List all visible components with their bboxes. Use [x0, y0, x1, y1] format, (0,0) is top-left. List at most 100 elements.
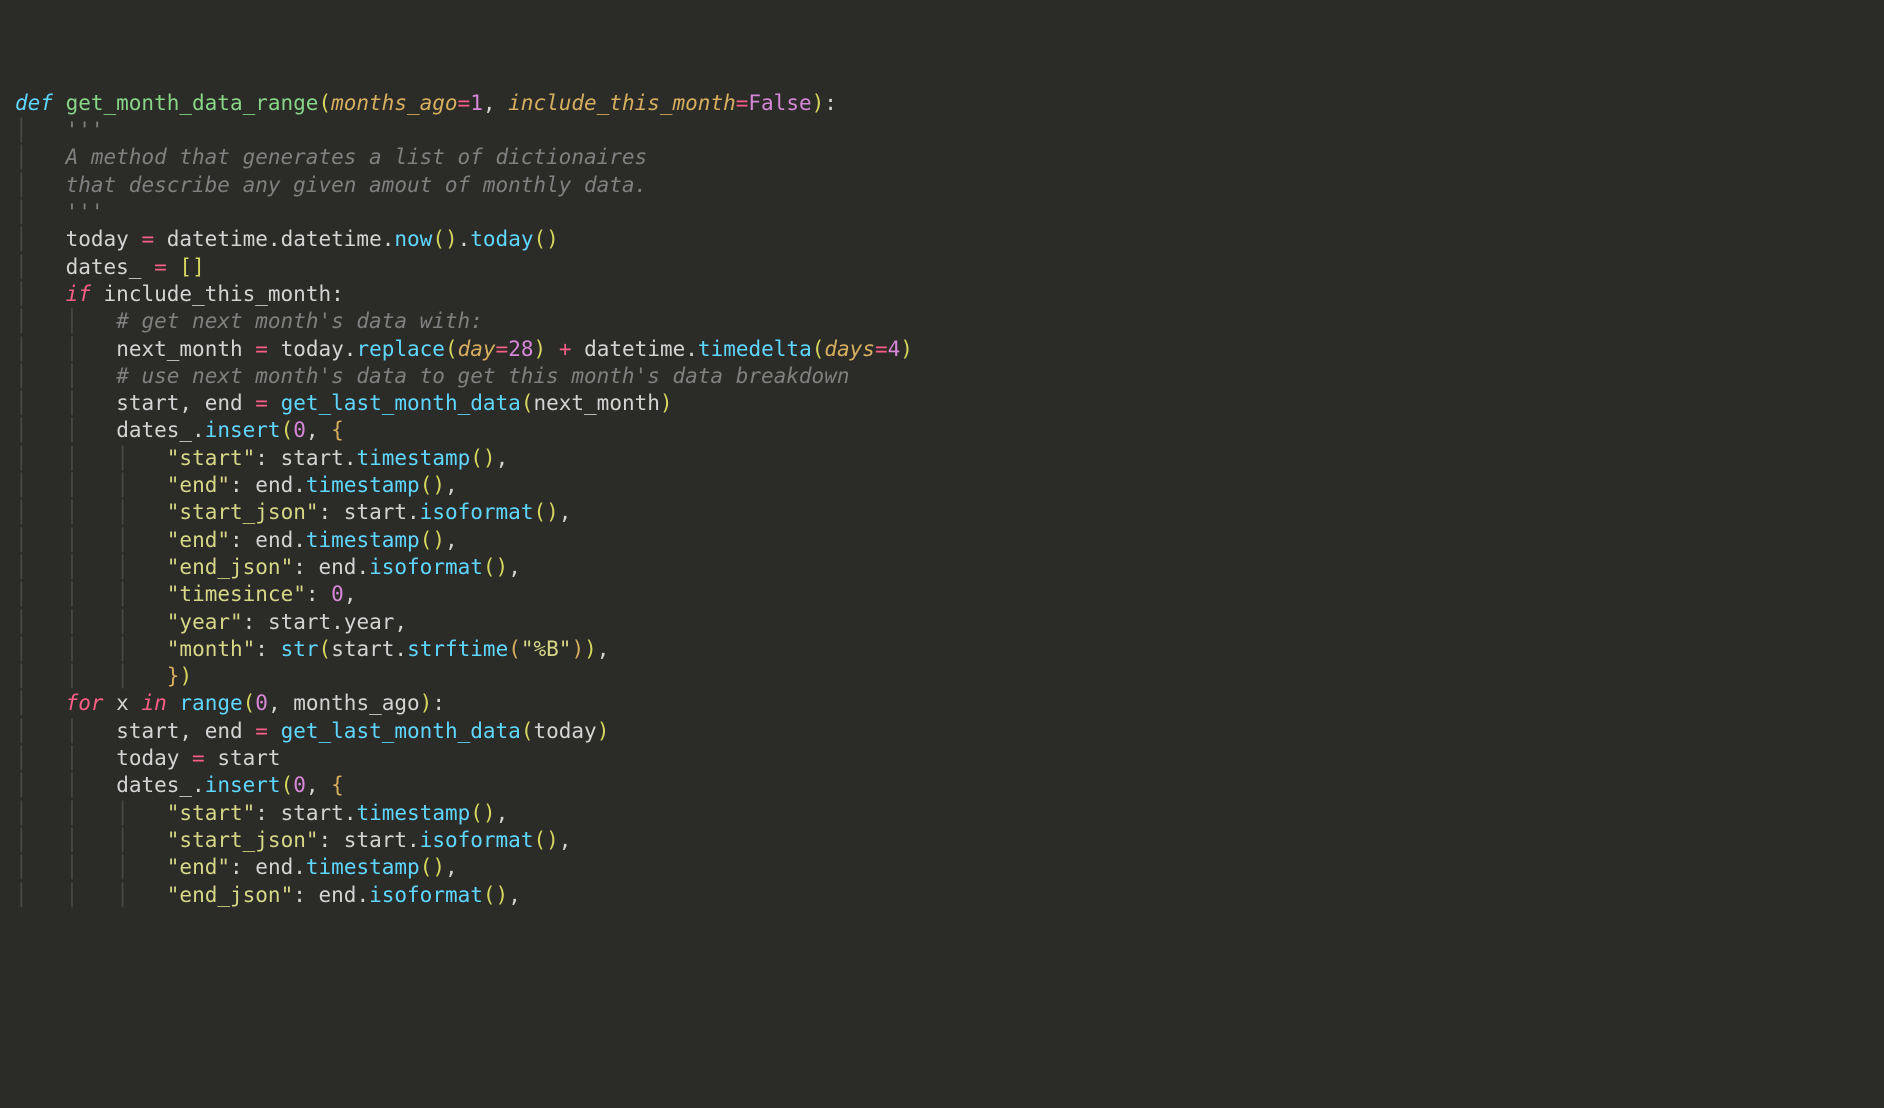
token-yellow: )	[584, 637, 597, 661]
token-call: timestamp	[356, 801, 470, 825]
token-punct: ,	[179, 391, 204, 415]
code-line[interactable]: │ '''	[15, 117, 1869, 144]
code-line[interactable]: │ │ │ "timesince": 0,	[15, 581, 1869, 608]
token-punct: ,	[496, 446, 509, 470]
token-ident: end	[319, 555, 357, 579]
token-call: range	[179, 691, 242, 715]
token-comment: # use next month's data to get this mont…	[116, 364, 849, 388]
token-punct: ,	[268, 691, 293, 715]
code-line[interactable]: │ │ today = start	[15, 745, 1869, 772]
token-ident: start	[116, 391, 179, 415]
code-line[interactable]: │ for x in range(0, months_ago):	[15, 690, 1869, 717]
code-line[interactable]: │ │ next_month = today.replace(day=28) +…	[15, 336, 1869, 363]
code-line[interactable]: │ │ │ "end": end.timestamp(),	[15, 527, 1869, 554]
token-gold: }	[167, 664, 180, 688]
token-ident: end	[319, 883, 357, 907]
token-yellow: (	[318, 91, 331, 115]
token-punct: ,	[483, 91, 508, 115]
code-line[interactable]: │ │ │ "start_json": start.isoformat(),	[15, 499, 1869, 526]
token-yellow: ()	[432, 227, 457, 251]
code-line[interactable]: │ │ dates_.insert(0, {	[15, 417, 1869, 444]
token-comment: A method that generates a list of dictio…	[66, 145, 648, 169]
token-yellow: )	[179, 664, 192, 688]
code-line[interactable]: │ │ │ "end": end.timestamp(),	[15, 854, 1869, 881]
token-ident: next_month	[116, 337, 255, 361]
code-line[interactable]: │ that describe any given amout of month…	[15, 172, 1869, 199]
code-line[interactable]: │ │ │ })	[15, 663, 1869, 690]
token-str: "start"	[167, 446, 256, 470]
code-line[interactable]: │ │ start, end = get_last_month_data(nex…	[15, 390, 1869, 417]
token-ident: start	[331, 637, 394, 661]
token-ident: start	[268, 610, 331, 634]
token-param: months_ago	[331, 91, 457, 115]
token-punct: ,	[559, 828, 572, 852]
token-ident: today	[533, 719, 596, 743]
token-comment: '''	[66, 118, 104, 142]
code-line[interactable]: │ │ │ "start": start.timestamp(),	[15, 800, 1869, 827]
token-yellow: ()	[420, 528, 445, 552]
code-editor[interactable]: def get_month_data_range(months_ago=1, i…	[15, 90, 1869, 909]
code-line[interactable]: │ dates_ = []	[15, 254, 1869, 281]
token-ident: end	[255, 528, 293, 552]
token-yellow: (	[812, 337, 825, 361]
token-punct: .	[356, 883, 369, 907]
token-ident: today	[268, 337, 344, 361]
token-ident: today	[116, 746, 192, 770]
token-punct: ,	[306, 773, 331, 797]
token-yellow: (	[521, 391, 534, 415]
token-punct: :	[331, 282, 344, 306]
code-line[interactable]: │ │ │ "start": start.timestamp(),	[15, 445, 1869, 472]
code-line[interactable]: │ │ │ "end_json": end.isoformat(),	[15, 554, 1869, 581]
code-line[interactable]: │ │ │ "end": end.timestamp(),	[15, 472, 1869, 499]
token-ident: next_month	[533, 391, 659, 415]
code-line[interactable]: │ │ # use next month's data to get this …	[15, 363, 1869, 390]
token-kw: if	[66, 282, 104, 306]
code-line[interactable]: │ A method that generates a list of dict…	[15, 144, 1869, 171]
token-op: =	[154, 255, 167, 279]
token-num: 0	[293, 773, 306, 797]
token-num: 4	[888, 337, 901, 361]
token-op: =	[458, 91, 471, 115]
code-line[interactable]: │ │ dates_.insert(0, {	[15, 772, 1869, 799]
code-line[interactable]: │ │ │ "end_json": end.isoformat(),	[15, 882, 1869, 909]
code-line[interactable]: │ today = datetime.datetime.now().today(…	[15, 226, 1869, 253]
token-param: days	[824, 337, 875, 361]
token-call: insert	[205, 418, 281, 442]
token-op: =	[255, 719, 268, 743]
token-op: =	[255, 391, 268, 415]
token-ident: end	[255, 473, 293, 497]
token-punct: :	[230, 473, 255, 497]
token-ident: include_this_month	[104, 282, 332, 306]
token-punct: :	[230, 855, 255, 879]
token-kw: for	[66, 691, 117, 715]
token-call: timedelta	[698, 337, 812, 361]
token-yellow: )	[812, 91, 825, 115]
code-line[interactable]: │ if include_this_month:	[15, 281, 1869, 308]
code-line[interactable]: │ │ │ "start_json": start.isoformat(),	[15, 827, 1869, 854]
token-punct: .	[407, 500, 420, 524]
token-punct: .	[331, 610, 344, 634]
token-punct: ,	[508, 883, 521, 907]
token-num: 0	[293, 418, 306, 442]
token-yellow: )	[534, 337, 547, 361]
token-punct: .	[685, 337, 698, 361]
token-str: "end"	[167, 473, 230, 497]
code-line[interactable]: │ '''	[15, 199, 1869, 226]
token-yellow: )	[900, 337, 913, 361]
token-punct: .	[382, 227, 395, 251]
token-str: "end"	[167, 855, 230, 879]
token-call: timestamp	[356, 446, 470, 470]
token-ident: datetime	[281, 227, 382, 251]
code-line[interactable]: def get_month_data_range(months_ago=1, i…	[15, 90, 1869, 117]
token-ident: x	[116, 691, 141, 715]
token-op: =	[496, 337, 509, 361]
token-yellow: )	[597, 719, 610, 743]
code-line[interactable]: │ │ │ "year": start.year,	[15, 609, 1869, 636]
token-call: get_last_month_data	[281, 719, 521, 743]
code-line[interactable]: │ │ start, end = get_last_month_data(tod…	[15, 718, 1869, 745]
code-line[interactable]: │ │ # get next month's data with:	[15, 308, 1869, 335]
code-line[interactable]: │ │ │ "month": str(start.strftime("%B"))…	[15, 636, 1869, 663]
token-call: now	[394, 227, 432, 251]
token-str: "timesince"	[167, 582, 306, 606]
token-comment: that describe any given amout of monthly…	[66, 173, 648, 197]
